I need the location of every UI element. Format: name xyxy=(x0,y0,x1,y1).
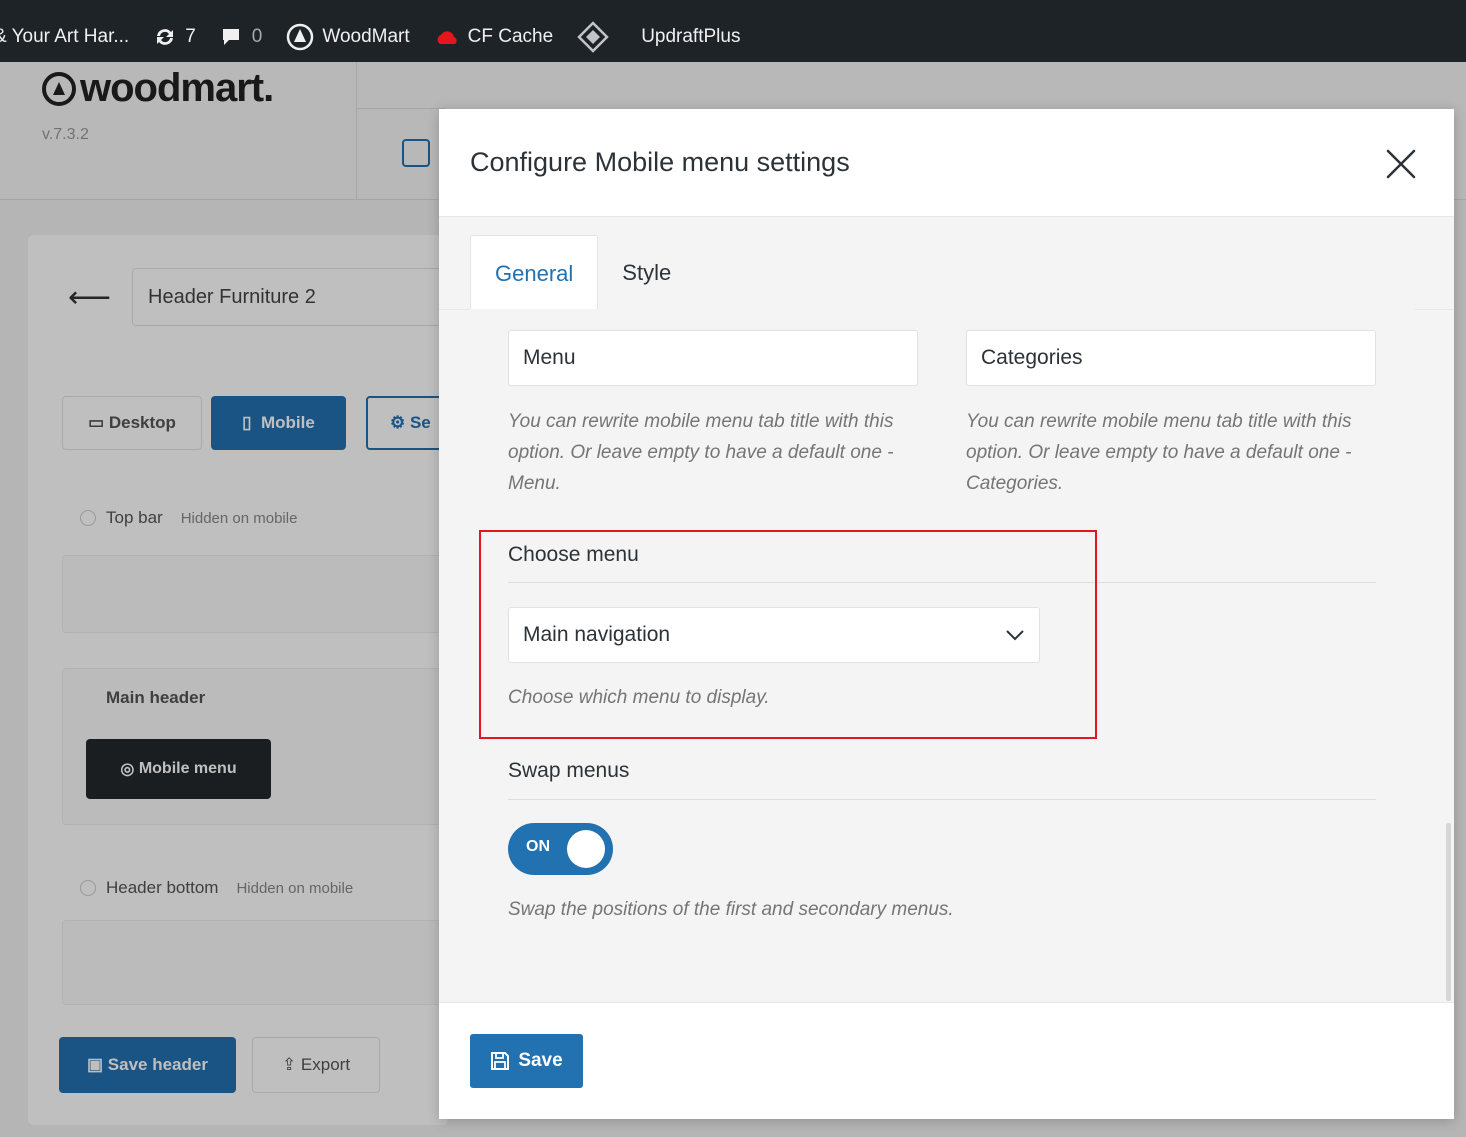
choose-menu-description: Choose which menu to display. xyxy=(508,687,770,708)
swap-menus-title: Swap menus xyxy=(508,759,630,782)
menu-tab-title-description: You can rewrite mobile menu tab title wi… xyxy=(508,411,894,494)
modal-footer: Save xyxy=(439,1002,1454,1119)
close-button[interactable] xyxy=(1384,147,1418,181)
admin-bar: & Your Art Har... 7 0 WoodMart CF Cache … xyxy=(0,12,1466,62)
toggle-state-label: ON xyxy=(526,838,550,855)
refresh-icon xyxy=(157,29,174,45)
cloud-icon xyxy=(437,31,457,44)
diamond-link[interactable] xyxy=(577,21,617,53)
choose-menu-select[interactable]: Main navigation xyxy=(508,607,1040,663)
updates-link[interactable]: 7 xyxy=(153,26,196,48)
toggle-knob xyxy=(567,830,605,868)
woodmart-logo-icon xyxy=(287,23,314,51)
tab-bar: General Style xyxy=(470,235,695,317)
modal-header: Configure Mobile menu settings xyxy=(439,109,1454,217)
section-divider xyxy=(508,582,1376,583)
swap-menus-toggle[interactable]: ON xyxy=(508,823,613,875)
save-button[interactable]: Save xyxy=(470,1034,583,1088)
swap-menus-description: Swap the positions of the first and seco… xyxy=(508,899,954,920)
tab-style[interactable]: Style xyxy=(598,235,695,310)
mobile-menu-settings-modal: Configure Mobile menu settings General S… xyxy=(439,109,1454,1119)
comments-link[interactable]: 0 xyxy=(220,26,262,48)
chevron-down-icon xyxy=(1006,630,1024,641)
site-name-link[interactable]: & Your Art Har... xyxy=(0,26,129,48)
scrollbar-thumb[interactable] xyxy=(1446,823,1451,1001)
close-icon xyxy=(1386,149,1416,179)
tab-general[interactable]: General xyxy=(470,235,599,311)
choose-menu-selected-value: Main navigation xyxy=(523,623,671,646)
cf-cache-link[interactable]: CF Cache xyxy=(434,26,553,48)
floppy-disk-icon xyxy=(491,1052,510,1070)
choose-menu-title: Choose menu xyxy=(508,543,639,566)
woodmart-link[interactable]: WoodMart xyxy=(286,23,410,51)
menu-tab-title-input[interactable] xyxy=(508,330,918,386)
diamond-icon xyxy=(577,21,609,53)
categories-tab-title-description: You can rewrite mobile menu tab title wi… xyxy=(966,411,1352,494)
comment-icon xyxy=(222,29,239,45)
section-divider xyxy=(508,799,1376,800)
updraftplus-link[interactable]: UpdraftPlus xyxy=(641,26,740,48)
categories-tab-title-input[interactable] xyxy=(966,330,1376,386)
modal-title: Configure Mobile menu settings xyxy=(470,147,850,177)
